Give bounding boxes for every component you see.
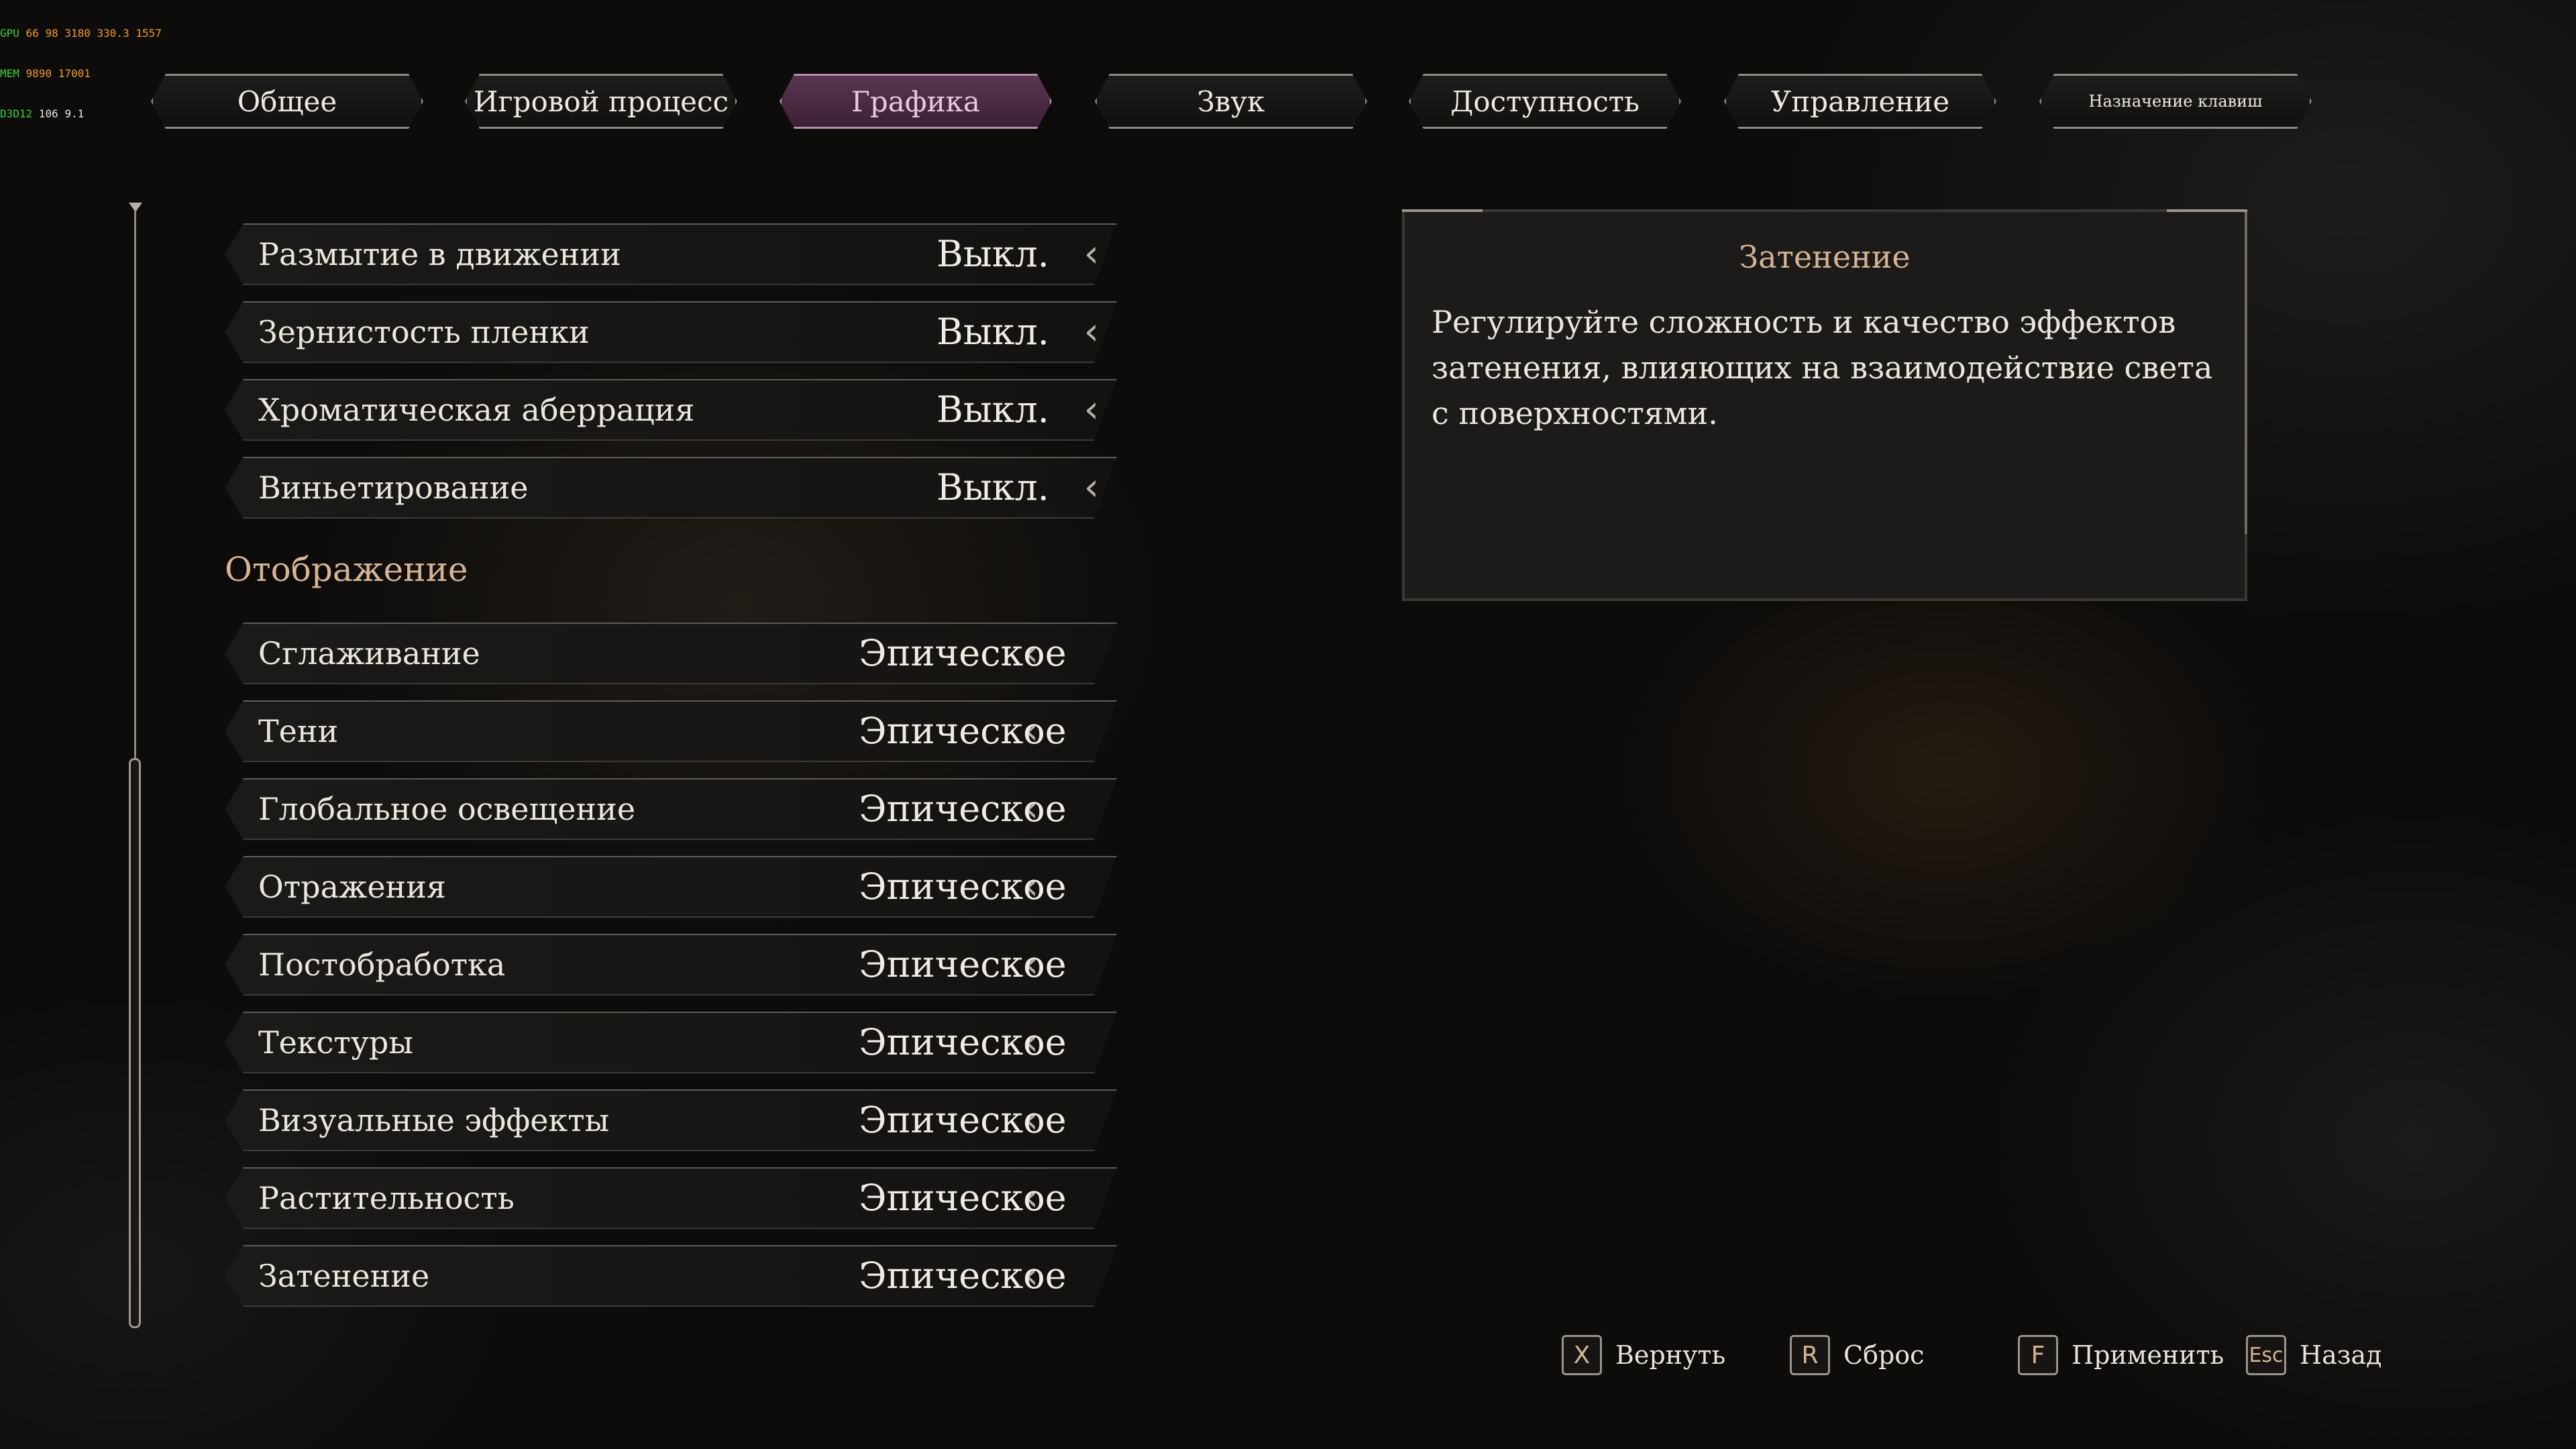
overlay-gpu-power: 330.3 [97, 27, 129, 40]
setting-row-textures[interactable]: Текстуры ‹ Эпическое › [225, 1012, 1117, 1073]
tab-gameplay[interactable]: Игровой процесс [465, 74, 737, 129]
tab-sound[interactable]: Звук [1095, 74, 1367, 129]
tab-label: Управление [1770, 85, 1950, 118]
tab-label: Доступность [1450, 85, 1640, 118]
setting-label: Размытие в движении [258, 236, 621, 272]
setting-value: Выкл. [936, 388, 1049, 431]
overlay-gpu-clock: 3180 [64, 27, 91, 40]
setting-label: Отражения [258, 869, 446, 905]
hint-reset[interactable]: R Сброс [1790, 1332, 1924, 1379]
tab-accessibility[interactable]: Доступность [1409, 74, 1681, 129]
key-x-icon: X [1562, 1335, 1602, 1375]
tab-graphics[interactable]: Графика [780, 74, 1052, 129]
setting-value: Эпическое [859, 632, 1067, 674]
setting-row-shadows[interactable]: Тени ‹ Эпическое › [225, 700, 1117, 762]
setting-label: Постобработка [258, 947, 506, 983]
setting-row-chromatic-aberration[interactable]: Хроматическая аберрация ‹ Выкл. › [225, 379, 1117, 441]
hint-label: Назад [2300, 1340, 2382, 1370]
section-title-display: Отображение [225, 550, 468, 589]
panel-border-accent [2245, 212, 2247, 534]
setting-row-vignetting[interactable]: Виньетирование ‹ Выкл. › [225, 457, 1117, 519]
setting-row-film-grain[interactable]: Зернистость пленки ‹ Выкл. › [225, 301, 1117, 363]
setting-label: Визуальные эффекты [258, 1102, 610, 1138]
tab-key-bindings[interactable]: Назначение клавиш [2039, 74, 2312, 129]
overlay-gpu-usage: 66 [25, 27, 39, 40]
overlay-gpu-temp: 98 [45, 27, 58, 40]
key-f-icon: F [2018, 1335, 2058, 1375]
tab-label: Графика [851, 85, 980, 118]
hint-label: Вернуть [1615, 1340, 1726, 1370]
overlay-gpu-mem-clock: 1557 [136, 27, 162, 40]
overlay-gpu-label: GPU [0, 27, 19, 40]
setting-value: Эпическое [859, 788, 1067, 830]
description-title: Затенение [1739, 239, 1911, 275]
setting-value: Выкл. [936, 466, 1049, 508]
tab-label: Общее [237, 85, 337, 118]
setting-label: Виньетирование [258, 470, 529, 506]
settings-tabs: Общее Игровой процесс Графика Звук Досту… [0, 74, 2576, 134]
setting-label: Тени [258, 713, 339, 749]
setting-value: Выкл. [936, 233, 1049, 275]
tab-general[interactable]: Общее [151, 74, 423, 129]
setting-row-visual-effects[interactable]: Визуальные эффекты ‹ Эпическое › [225, 1089, 1117, 1151]
setting-label: Глобальное освещение [258, 791, 636, 827]
tab-label: Игровой процесс [473, 85, 729, 118]
hint-apply[interactable]: F Применить [2018, 1332, 2224, 1379]
hint-back[interactable]: Esc Назад [2246, 1332, 2382, 1379]
setting-value: Эпическое [859, 943, 1067, 985]
hint-label: Применить [2072, 1340, 2224, 1370]
setting-row-post-processing[interactable]: Постобработка ‹ Эпическое › [225, 934, 1117, 996]
key-esc-icon: Esc [2246, 1335, 2286, 1375]
tab-controls[interactable]: Управление [1724, 74, 1996, 129]
setting-value: Эпическое [859, 1177, 1067, 1219]
hint-label: Сброс [1843, 1340, 1925, 1370]
setting-value: Эпическое [859, 1021, 1067, 1063]
setting-label: Хроматическая аберрация [258, 392, 695, 428]
description-panel: Затенение Регулируйте сложность и качест… [1402, 209, 2247, 601]
setting-value: Эпическое [859, 710, 1067, 752]
description-body: Регулируйте сложность и качество эффекто… [1432, 304, 2213, 431]
tab-label: Назначение клавиш [2088, 92, 2263, 111]
setting-row-reflections[interactable]: Отражения ‹ Эпическое › [225, 856, 1117, 918]
setting-row-shading[interactable]: Затенение ‹ Эпическое › [225, 1245, 1117, 1307]
setting-row-motion-blur[interactable]: Размытие в движении ‹ Выкл. › [225, 223, 1117, 285]
key-r-icon: R [1790, 1335, 1830, 1375]
setting-label: Сглаживание [258, 635, 480, 672]
setting-row-anti-aliasing[interactable]: Сглаживание ‹ Эпическое › [225, 623, 1117, 684]
tab-label: Звук [1197, 85, 1265, 118]
setting-label: Зернистость пленки [258, 314, 590, 350]
scrollbar-thumb[interactable] [129, 758, 141, 1328]
setting-label: Затенение [258, 1258, 430, 1294]
setting-value: Эпическое [859, 1254, 1067, 1297]
hint-revert[interactable]: X Вернуть [1562, 1332, 1725, 1379]
setting-value: Эпическое [859, 1099, 1067, 1141]
setting-value: Эпическое [859, 865, 1067, 908]
setting-label: Текстуры [258, 1024, 413, 1061]
setting-row-vegetation[interactable]: Растительность ‹ Эпическое › [225, 1167, 1117, 1229]
setting-row-global-illumination[interactable]: Глобальное освещение ‹ Эпическое › [225, 778, 1117, 840]
setting-label: Растительность [258, 1180, 515, 1216]
setting-value: Выкл. [936, 311, 1049, 353]
scroll-top-marker [129, 203, 142, 212]
